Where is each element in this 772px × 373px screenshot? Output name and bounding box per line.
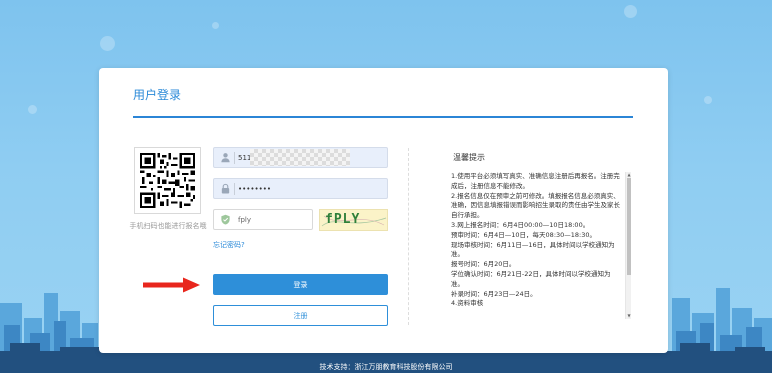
tips-line: 3.网上报名时间：6月4日00:00—10日18:00。 (451, 220, 590, 229)
tips-line: 1.使用平台必须填写真实、准确信息注册后再报名。注册完成后，注册信息不能修改。 (451, 172, 620, 190)
background-bubble (212, 22, 219, 29)
background-bubble (28, 105, 37, 114)
qr-code-image (140, 153, 195, 208)
tips-scrollbar[interactable]: ▲ ▼ (625, 172, 631, 319)
title-divider (133, 116, 633, 118)
tips-text: 1.使用平台必须填写真实、准确信息注册后再报名。注册完成后，注册信息不能修改。 … (451, 172, 621, 309)
user-icon (221, 153, 230, 163)
field-separator (234, 152, 235, 164)
register-button[interactable]: 注册 (213, 305, 388, 326)
tips-title: 温馨提示 (453, 153, 485, 162)
captcha-image[interactable]: fPLY (319, 209, 388, 231)
shield-check-icon (221, 214, 230, 225)
login-card: 用户登录 手机扫码也能进行报名哦 511 •••••••• fply fPLY … (99, 68, 668, 353)
captcha-input[interactable] (238, 213, 308, 227)
background-bubble (100, 36, 115, 51)
background-bubble (704, 96, 712, 104)
scroll-down-icon[interactable]: ▼ (626, 313, 631, 319)
login-title: 用户登录 (133, 88, 182, 102)
tips-line: 预审时间：6月4日—10日，每天08:30—18:30。 (451, 230, 597, 239)
arrow-right-icon (143, 277, 200, 293)
tips-line: 2.报名信息仅在预审之前可修改。填报报名信息必须真实、准确，因信息填报错误而影响… (451, 191, 620, 220)
scrollbar-thumb[interactable] (627, 178, 631, 275)
password-input[interactable] (238, 181, 383, 196)
username-field[interactable] (213, 147, 388, 168)
background-bubble (624, 5, 637, 18)
tips-line: 现场审核时间：6月11日—16日，具体时间以学校通知为准。 (451, 240, 615, 259)
login-button[interactable]: 登录 (213, 274, 388, 295)
password-field[interactable] (213, 178, 388, 199)
captcha-field[interactable] (213, 209, 313, 230)
tips-line: 补录时间：6月23日—24日。 (451, 289, 537, 298)
username-redaction-mosaic (250, 149, 350, 166)
field-separator (234, 183, 235, 195)
qr-code (134, 147, 201, 214)
forgot-password-link[interactable]: 忘记密码? (213, 240, 245, 250)
captcha-image-text: fPLY (325, 212, 361, 227)
qr-caption: 手机扫码也能进行报名哦 (129, 222, 207, 230)
vertical-divider (408, 148, 409, 325)
tips-line: 报号时间：6月20日。 (451, 260, 516, 269)
lock-icon (221, 183, 230, 194)
footer-tech-support: 技术支持：浙江万朋教育科技股份有限公司 (319, 363, 453, 371)
tips-line: 4.资料审核 (451, 299, 484, 308)
tips-panel: 1.使用平台必须填写真实、准确信息注册后再报名。注册完成后，注册信息不能修改。 … (451, 172, 631, 319)
tips-line: 学位确认时间：6月21日-22日，具体时间以学校通知为准。 (451, 269, 611, 288)
